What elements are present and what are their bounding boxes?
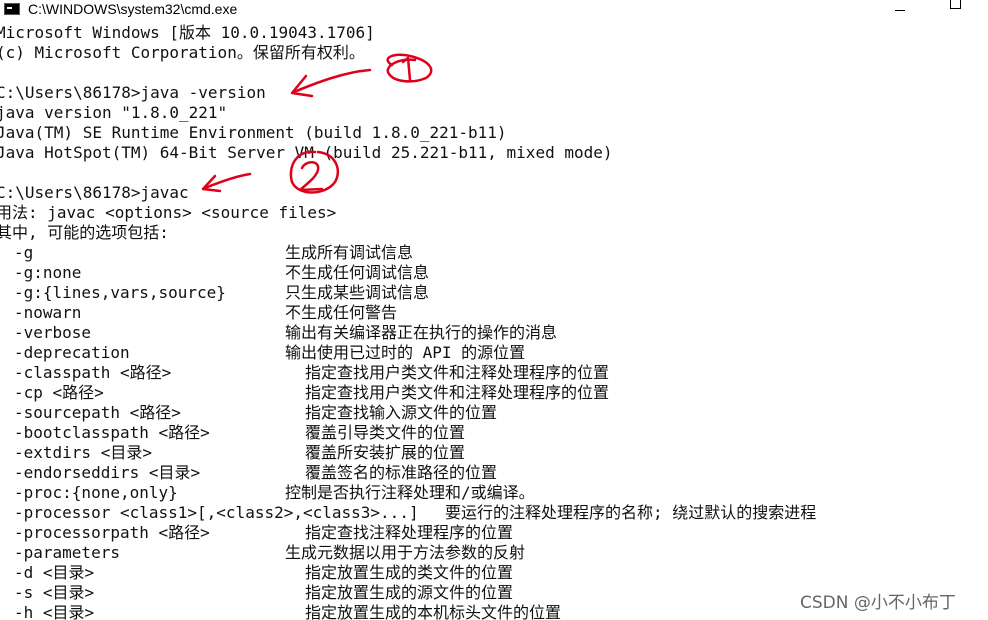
option-description: 只生成某些调试信息 [285,283,430,302]
option-flag: -g:{lines,vars,source} [14,283,226,302]
option-description: 覆盖引导类文件的位置 [305,423,466,442]
option-description: 输出有关编译器正在执行的操作的消息 [285,323,558,342]
option-description: 输出使用已过时的 API 的源位置 [285,343,526,362]
option-flag: -processorpath <路径> [14,523,210,542]
maximize-button[interactable] [932,0,978,22]
option-flag: -endorseddirs <目录> [14,463,201,482]
option-description: 控制是否执行注释处理和/或编译。 [285,483,535,502]
output-line: Java(TM) SE Runtime Environment (build 1… [0,123,507,142]
command-line: C:\Users\86178>javac [0,183,189,202]
option-flag: -deprecation [14,343,130,362]
option-description: 指定查找输入源文件的位置 [305,403,498,422]
option-description: 覆盖签名的标准路径的位置 [305,463,498,482]
option-description: 要运行的注释处理程序的名称; 绕过默认的搜索进程 [445,503,817,522]
option-description: 覆盖所安装扩展的位置 [305,443,466,462]
option-description: 不生成任何调试信息 [285,263,430,282]
option-flag: -nowarn [14,303,82,322]
command-line: C:\Users\86178>java -version [0,83,266,102]
option-flag: -bootclasspath <路径> [14,423,210,442]
header-line: (c) Microsoft Corporation。保留所有权利。 [0,43,365,62]
option-flag: -cp <路径> [14,383,104,402]
option-flag: -processor <class1>[,<class2>,<class3>..… [14,503,419,522]
window-title: C:\WINDOWS\system32\cmd.exe [28,1,238,17]
option-description: 指定放置生成的类文件的位置 [305,563,514,582]
output-line: Java HotSpot(TM) 64-Bit Server VM (build… [0,143,613,162]
csdn-watermark: CSDN @小不小布丁 [800,593,956,613]
header-line: Microsoft Windows [版本 10.0.19043.1706] [0,23,375,42]
options-intro-line: 其中, 可能的选项包括: [0,223,169,242]
option-description: 生成所有调试信息 [285,243,414,262]
option-flag: -extdirs <目录> [14,443,152,462]
option-flag: -verbose [14,323,92,342]
option-description: 指定放置生成的本机标头文件的位置 [305,603,562,620]
option-flag: -h <目录> [14,603,95,620]
option-flag: -proc:{none,only} [14,483,178,502]
console-output[interactable]: Microsoft Windows [版本 10.0.19043.1706] (… [0,22,988,620]
option-description: 不生成任何警告 [285,303,398,322]
option-description: 指定查找用户类文件和注释处理程序的位置 [305,363,610,382]
option-flag: -d <目录> [14,563,95,582]
option-flag: -s <目录> [14,583,95,602]
option-flag: -classpath <路径> [14,363,172,382]
output-line: java version "1.8.0_221" [0,103,228,122]
option-flag: -parameters [14,543,120,562]
option-flag: -sourcepath <路径> [14,403,181,422]
minimize-button[interactable] [878,0,924,22]
option-flag: -g [14,243,34,262]
option-description: 生成元数据以用于方法参数的反射 [285,543,526,562]
option-description: 指定查找注释处理程序的位置 [305,523,514,542]
title-bar: C:\WINDOWS\system32\cmd.exe [0,0,988,22]
usage-line: 用法: javac <options> <source files> [0,203,337,222]
cmd-icon [4,3,20,15]
option-description: 指定放置生成的源文件的位置 [305,583,514,602]
option-flag: -g:none [14,263,82,282]
option-description: 指定查找用户类文件和注释处理程序的位置 [305,383,610,402]
